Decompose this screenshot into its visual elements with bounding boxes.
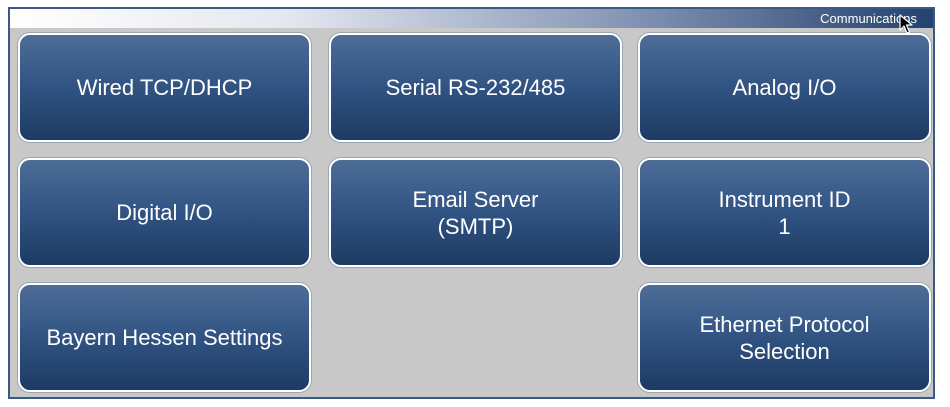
bayern-hessen-settings-button[interactable]: Bayern Hessen Settings	[18, 283, 311, 392]
tile-label: Email Server (SMTP)	[412, 186, 539, 239]
email-server-smtp-button[interactable]: Email Server (SMTP)	[329, 158, 622, 267]
mouse-pointer-icon	[899, 14, 913, 34]
serial-rs232-485-button[interactable]: Serial RS-232/485	[329, 33, 622, 142]
tile-label: Instrument ID 1	[718, 186, 851, 239]
title-bar: Communications	[10, 9, 933, 28]
instrument-id-button[interactable]: Instrument ID 1	[638, 158, 931, 267]
tile-label: Ethernet Protocol Selection	[699, 311, 870, 364]
communications-screen: Communications Wired TCP/DHCP Serial RS-…	[8, 7, 935, 399]
digital-io-button[interactable]: Digital I/O	[18, 158, 311, 267]
tile-label: Wired TCP/DHCP	[76, 75, 253, 100]
wired-tcp-dhcp-button[interactable]: Wired TCP/DHCP	[18, 33, 311, 142]
tile-label: Digital I/O	[116, 200, 213, 225]
tile-label: Analog I/O	[732, 75, 837, 100]
analog-io-button[interactable]: Analog I/O	[638, 33, 931, 142]
tile-label: Serial RS-232/485	[385, 75, 566, 100]
ethernet-protocol-selection-button[interactable]: Ethernet Protocol Selection	[638, 283, 931, 392]
tile-label: Bayern Hessen Settings	[46, 325, 283, 350]
